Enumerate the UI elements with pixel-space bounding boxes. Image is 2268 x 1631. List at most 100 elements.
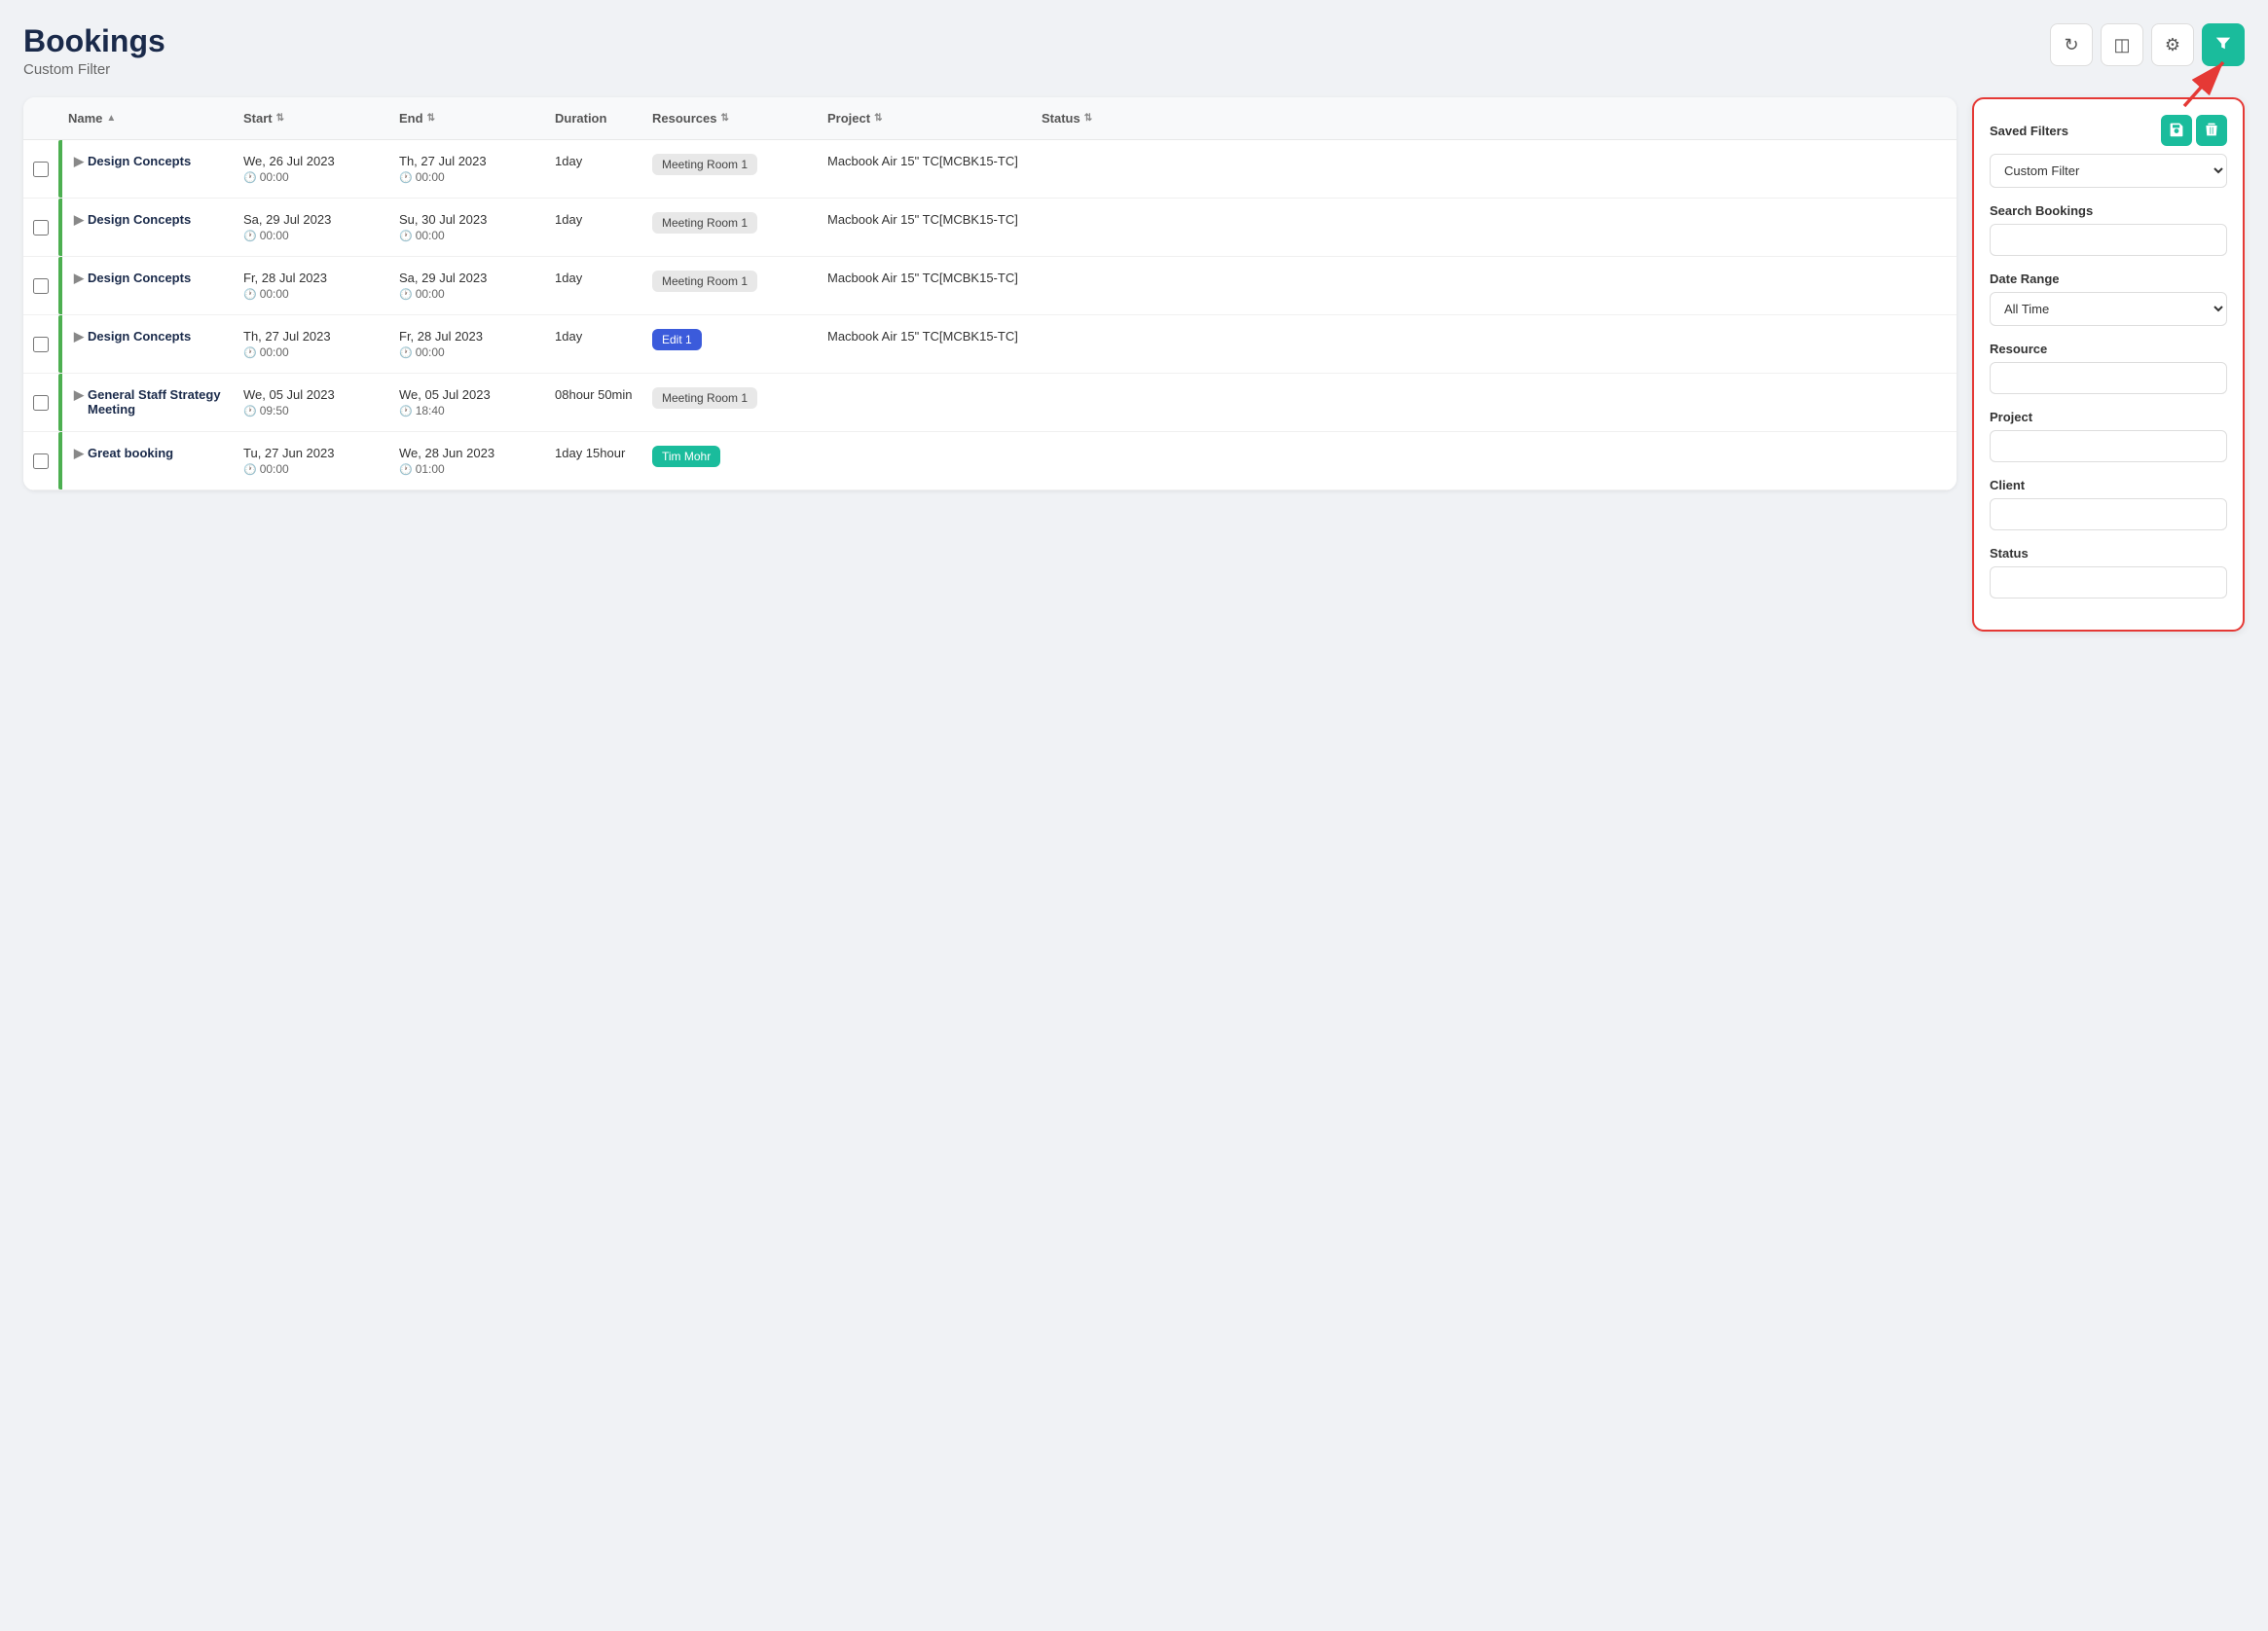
clock-icon: 🕐 — [243, 346, 257, 359]
row-start-6: Tu, 27 Jun 2023 🕐00:00 — [234, 432, 389, 489]
clock-icon: 🕐 — [399, 230, 413, 242]
row-end-6: We, 28 Jun 2023 🕐01:00 — [389, 432, 545, 489]
page-subtitle: Custom Filter — [23, 61, 165, 78]
th-status: Status ⇅ — [1032, 97, 1168, 139]
row-checkbox-cell-3[interactable] — [23, 257, 58, 314]
client-input[interactable] — [1990, 498, 2227, 530]
row-indicator — [58, 374, 62, 431]
row-resource-1: Meeting Room 1 — [642, 140, 818, 198]
client-label: Client — [1990, 478, 2227, 492]
save-icon — [2169, 122, 2184, 140]
search-section: Search Bookings — [1990, 203, 2227, 256]
row-checkbox-5[interactable] — [33, 395, 49, 411]
th-start: Start ⇅ — [234, 97, 389, 139]
row-checkbox-4[interactable] — [33, 337, 49, 352]
expand-icon: ▶ — [74, 329, 84, 344]
row-resource-5: Meeting Room 1 — [642, 374, 818, 431]
th-end: End ⇅ — [389, 97, 545, 139]
row-resource-2: Meeting Room 1 — [642, 199, 818, 256]
sort-icon-project: ⇅ — [874, 113, 882, 124]
row-start-4: Th, 27 Jul 2023 🕐00:00 — [234, 315, 389, 373]
table-row: ▶ Design Concepts Th, 27 Jul 2023 🕐00:00… — [23, 315, 1957, 374]
row-duration-1: 1day — [545, 140, 642, 198]
expand-icon: ▶ — [74, 387, 84, 403]
search-input[interactable] — [1990, 224, 2227, 256]
th-project: Project ⇅ — [818, 97, 1032, 139]
row-end-3: Sa, 29 Jul 2023 🕐00:00 — [389, 257, 545, 314]
table-row: ▶ General Staff Strategy Meeting We, 05 … — [23, 374, 1957, 432]
row-duration-6: 1day 15hour — [545, 432, 642, 489]
row-status-4 — [1032, 315, 1168, 373]
row-checkbox-2[interactable] — [33, 220, 49, 236]
th-duration: Duration — [545, 97, 642, 139]
resource-input[interactable] — [1990, 362, 2227, 394]
row-project-2: Macbook Air 15" TC[MCBK15-TC] — [818, 199, 1032, 256]
row-checkbox-cell-6[interactable] — [23, 432, 58, 489]
delete-filter-button[interactable] — [2196, 115, 2227, 146]
row-name-4: ▶ Design Concepts — [58, 315, 234, 373]
main-content: Name ▲ Start ⇅ End ⇅ Duration Resources … — [23, 97, 2245, 632]
refresh-icon: ↻ — [2064, 35, 2078, 55]
project-input[interactable] — [1990, 430, 2227, 462]
search-label: Search Bookings — [1990, 203, 2227, 218]
row-name-6: ▶ Great booking — [58, 432, 234, 489]
project-section: Project — [1990, 410, 2227, 462]
sort-icon-end: ⇅ — [427, 113, 435, 124]
row-indicator — [58, 432, 62, 489]
clock-icon: 🕐 — [399, 463, 413, 476]
columns-button[interactable]: ◫ — [2101, 23, 2143, 66]
expand-icon: ▶ — [74, 446, 84, 461]
clock-icon: 🕐 — [243, 230, 257, 242]
status-label: Status — [1990, 546, 2227, 561]
row-status-3 — [1032, 257, 1168, 314]
row-status-6 — [1032, 432, 1168, 489]
row-name-1: ▶ Design Concepts — [58, 140, 234, 198]
resource-badge-3: Meeting Room 1 — [652, 271, 757, 292]
saved-filters-label: Saved Filters — [1990, 124, 2068, 138]
resource-badge-2: Meeting Room 1 — [652, 212, 757, 234]
saved-filters-row: Saved Filters — [1990, 115, 2227, 146]
row-checkbox-6[interactable] — [33, 453, 49, 469]
row-checkbox-3[interactable] — [33, 278, 49, 294]
row-start-1: We, 26 Jul 2023 🕐00:00 — [234, 140, 389, 198]
project-label: Project — [1990, 410, 2227, 424]
saved-filters-section: Saved Filters — [1990, 115, 2227, 188]
row-project-3: Macbook Air 15" TC[MCBK15-TC] — [818, 257, 1032, 314]
filter-arrow — [2175, 53, 2233, 116]
row-checkbox-cell-5[interactable] — [23, 374, 58, 431]
date-range-select[interactable]: All TimeTodayThis WeekThis MonthCustom — [1990, 292, 2227, 326]
expand-icon: ▶ — [74, 212, 84, 228]
clock-icon: 🕐 — [399, 288, 413, 301]
columns-icon: ◫ — [2113, 35, 2130, 55]
row-checkbox-1[interactable] — [33, 162, 49, 177]
trash-icon — [2204, 122, 2219, 140]
status-input[interactable] — [1990, 566, 2227, 598]
table-header: Name ▲ Start ⇅ End ⇅ Duration Resources … — [23, 97, 1957, 140]
row-checkbox-cell[interactable] — [23, 140, 58, 198]
date-range-label: Date Range — [1990, 272, 2227, 286]
sort-icon-start: ⇅ — [276, 113, 284, 124]
client-section: Client — [1990, 478, 2227, 530]
row-end-5: We, 05 Jul 2023 🕐18:40 — [389, 374, 545, 431]
clock-icon: 🕐 — [399, 405, 413, 417]
row-start-2: Sa, 29 Jul 2023 🕐00:00 — [234, 199, 389, 256]
row-name-2: ▶ Design Concepts — [58, 199, 234, 256]
row-name-5: ▶ General Staff Strategy Meeting — [58, 374, 234, 431]
clock-icon: 🕐 — [399, 346, 413, 359]
row-checkbox-cell-2[interactable] — [23, 199, 58, 256]
row-project-4: Macbook Air 15" TC[MCBK15-TC] — [818, 315, 1032, 373]
header-titles: Bookings Custom Filter — [23, 23, 165, 78]
header-area: Bookings Custom Filter ↻ ◫ ⚙ — [23, 23, 2245, 78]
page-container: Bookings Custom Filter ↻ ◫ ⚙ — [23, 23, 2245, 632]
row-checkbox-cell-4[interactable] — [23, 315, 58, 373]
expand-icon: ▶ — [74, 154, 84, 169]
clock-icon: 🕐 — [243, 288, 257, 301]
refresh-button[interactable]: ↻ — [2050, 23, 2093, 66]
save-filter-button[interactable] — [2161, 115, 2192, 146]
sort-icon-status: ⇅ — [1084, 113, 1092, 124]
clock-icon: 🕐 — [243, 171, 257, 184]
resource-section: Resource — [1990, 342, 2227, 394]
row-duration-5: 08hour 50min — [545, 374, 642, 431]
row-resource-3: Meeting Room 1 — [642, 257, 818, 314]
saved-filter-select[interactable]: Custom FilterAllTodayThis Week — [1990, 154, 2227, 188]
